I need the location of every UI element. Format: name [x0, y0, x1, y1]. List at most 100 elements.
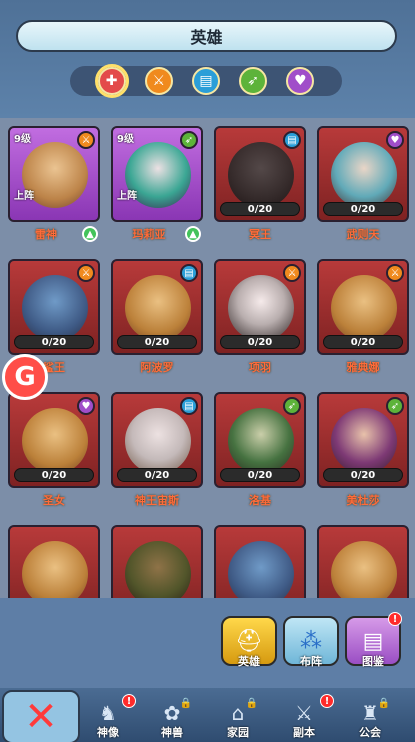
formation-button-label: 布阵 — [300, 655, 322, 668]
hero-card[interactable]: 9级 ➶ 上阵 — [111, 126, 203, 222]
upgrade-arrow-icon[interactable]: ▲ — [82, 226, 98, 242]
class-filter-bar: ✚ ⚔ ▤ ➶ ♥ — [70, 64, 342, 98]
shard-progress: 0/20 — [323, 202, 403, 216]
hero-card[interactable] — [111, 525, 203, 598]
hero-cell[interactable]: ▤ ✦ 0/20 神王宙斯 — [111, 392, 203, 525]
heart-icon: ♥ — [77, 397, 95, 415]
nav-dungeon[interactable]: ⚔ 副本 — [276, 702, 332, 740]
heart-icon: ♥ — [386, 131, 404, 149]
page-title: 英雄 — [16, 20, 397, 52]
shard-progress: 0/20 — [117, 468, 197, 482]
bow-icon: ➶ — [247, 73, 260, 89]
hero-card[interactable]: ⚔ ✦ 0/20 — [214, 259, 306, 355]
hero-cell[interactable]: ⚔ ✦ 0/20 雅典娜 — [317, 259, 409, 392]
sword-icon: ⚔ — [77, 264, 95, 282]
hero-cell[interactable]: ▤ ✦ 0/20 阿波罗 — [111, 259, 203, 392]
shard-progress: 0/20 — [323, 335, 403, 349]
filter-mage[interactable]: ▤ — [191, 67, 220, 95]
codex-button-label: 图鉴 — [362, 655, 384, 668]
hero-cell[interactable] — [8, 525, 100, 598]
statue-alert-badge: ! — [122, 694, 136, 708]
helmet-icon: ⛑ — [235, 628, 263, 654]
hero-card[interactable]: ▤ ✦ 0/20 — [111, 392, 203, 488]
nav-guild[interactable]: 🔒 ♜ 公会 — [342, 698, 398, 740]
hero-portrait — [228, 408, 294, 474]
hero-name: 美杜莎 — [346, 494, 380, 507]
hero-portrait — [228, 541, 294, 598]
shard-progress: 0/20 — [117, 335, 197, 349]
hero-cell[interactable]: 9级 ⚔ 上阵 雷神 ▲ — [8, 126, 100, 259]
hero-cell[interactable]: ⚔ ✦ 0/20 项羽 — [214, 259, 306, 392]
hero-portrait — [125, 541, 191, 598]
codex-alert-badge: ! — [388, 612, 402, 626]
nav-home-label: 家园 — [227, 726, 249, 739]
filter-archer[interactable]: ➶ — [239, 67, 268, 95]
bow-icon: ➶ — [386, 397, 404, 415]
shard-progress: 0/20 — [220, 202, 300, 216]
close-button[interactable]: ✕ — [2, 690, 80, 742]
heroes-button-label: 英雄 — [238, 655, 260, 668]
deploy-label: 上阵 — [14, 191, 34, 202]
hero-portrait — [22, 541, 88, 598]
hero-portrait — [22, 275, 88, 341]
nav-home[interactable]: 🔒 ⌂ 家园 — [210, 698, 266, 740]
filter-all[interactable]: ✚ — [94, 64, 129, 98]
lock-icon: 🔒 — [245, 698, 258, 709]
hero-card[interactable]: ♥ ✦ 0/20 — [317, 126, 409, 222]
hero-list-panel[interactable]: 9级 ⚔ 上阵 雷神 ▲ 9级 ➶ 上阵 玛莉亚 ▲ ▤ ✦ 0/20 — [0, 118, 415, 598]
hero-portrait — [331, 142, 397, 208]
hero-card[interactable]: ♥ ✦ 0/20 — [8, 392, 100, 488]
hero-name: 雅典娜 — [346, 361, 380, 374]
lock-icon: 🔒 — [377, 698, 390, 709]
hero-cell[interactable]: ➶ ✦ 0/20 洛基 — [214, 392, 306, 525]
lock-icon: 🔒 — [179, 698, 192, 709]
filter-warrior[interactable]: ⚔ — [144, 67, 173, 95]
hero-cell[interactable] — [317, 525, 409, 598]
floating-g-button[interactable]: G — [2, 354, 48, 400]
sword-icon: ⚔ — [283, 264, 301, 282]
hero-grid: 9级 ⚔ 上阵 雷神 ▲ 9级 ➶ 上阵 玛莉亚 ▲ ▤ ✦ 0/20 — [8, 126, 409, 598]
hero-name: 阿波罗 — [140, 361, 174, 374]
codex-icon: ▤ — [362, 628, 384, 654]
deploy-label: 上阵 — [117, 191, 137, 202]
hero-card[interactable]: 9级 ⚔ 上阵 — [8, 126, 100, 222]
hero-name: 雷神 — [35, 228, 57, 241]
hero-card[interactable] — [317, 525, 409, 598]
hero-level: 9级 — [117, 134, 134, 145]
hero-name: 玛莉亚 — [132, 228, 166, 241]
hero-portrait — [331, 541, 397, 598]
hero-cell[interactable]: ♥ ✦ 0/20 圣女 — [8, 392, 100, 525]
dungeon-alert-badge: ! — [320, 694, 334, 708]
hero-name: 冥王 — [249, 228, 271, 241]
hero-card[interactable]: ➶ ✦ 0/20 — [214, 392, 306, 488]
hero-portrait — [228, 142, 294, 208]
hero-cell[interactable]: 9级 ➶ 上阵 玛莉亚 ▲ — [111, 126, 203, 259]
hero-name: 项羽 — [249, 361, 271, 374]
heart-icon: ♥ — [294, 73, 307, 89]
hero-cell[interactable] — [111, 525, 203, 598]
hero-card[interactable] — [8, 525, 100, 598]
hero-card[interactable]: ⚔ ✦ 0/20 — [8, 259, 100, 355]
hero-portrait — [22, 408, 88, 474]
hero-card[interactable]: ▤ ✦ 0/20 — [214, 126, 306, 222]
hero-card[interactable] — [214, 525, 306, 598]
sword-icon: ⚔ — [386, 264, 404, 282]
hero-cell[interactable]: ➶ ✦ 0/20 美杜莎 — [317, 392, 409, 525]
hero-cell[interactable] — [214, 525, 306, 598]
hero-card[interactable]: ➶ ✦ 0/20 — [317, 392, 409, 488]
hero-card[interactable]: ⚔ ✦ 0/20 — [317, 259, 409, 355]
hero-card[interactable]: ▤ ✦ 0/20 — [111, 259, 203, 355]
upgrade-arrow-icon[interactable]: ▲ — [185, 226, 201, 242]
filter-support[interactable]: ♥ — [286, 67, 315, 95]
all-icon: ✚ — [105, 73, 118, 89]
book-icon: ▤ — [180, 397, 198, 415]
sword-icon: ⚔ — [77, 131, 95, 149]
hero-level: 9级 — [14, 134, 31, 145]
hero-portrait — [228, 275, 294, 341]
hero-cell[interactable]: ♥ ✦ 0/20 武则天 — [317, 126, 409, 259]
bow-icon: ➶ — [283, 397, 301, 415]
nav-guild-label: 公会 — [359, 726, 381, 739]
hero-cell[interactable]: ▤ ✦ 0/20 冥王 — [214, 126, 306, 259]
hero-portrait — [331, 275, 397, 341]
nav-beast[interactable]: 🔒 ✿ 神兽 — [144, 698, 200, 740]
